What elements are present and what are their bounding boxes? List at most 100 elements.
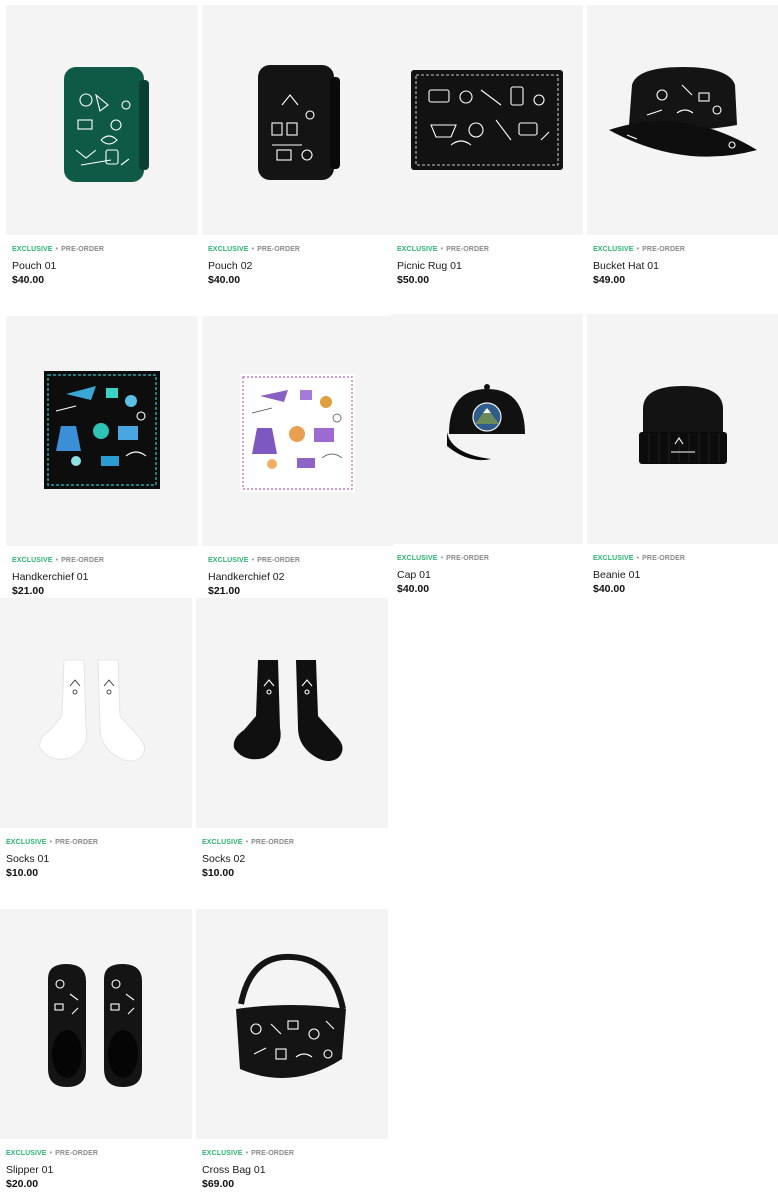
- exclusive-badge: EXCLUSIVE: [593, 555, 634, 562]
- exclusive-badge: EXCLUSIVE: [202, 1150, 243, 1157]
- exclusive-badge: EXCLUSIVE: [397, 246, 438, 253]
- product-image[interactable]: [6, 5, 198, 235]
- product-price: $20.00: [6, 1178, 39, 1190]
- product-image[interactable]: [587, 314, 778, 544]
- badge-separator: •: [440, 246, 444, 253]
- product-card[interactable]: EXCLUSIVE • PRE-ORDER Socks 01 $10.00: [0, 598, 192, 888]
- slippers-icon: [48, 964, 142, 1087]
- green-pouch-icon: [64, 67, 149, 182]
- product-name[interactable]: Pouch 02: [208, 260, 390, 273]
- product-card[interactable]: EXCLUSIVE • PRE-ORDER Bucket Hat 01 $49.00: [587, 5, 778, 295]
- product-image[interactable]: [202, 316, 394, 546]
- white-socks-icon: [39, 659, 145, 762]
- badge-row: EXCLUSIVE • PRE-ORDER: [397, 245, 579, 255]
- picnic-rug-icon: [411, 70, 563, 170]
- badge-separator: •: [440, 555, 444, 562]
- product-card[interactable]: EXCLUSIVE • PRE-ORDER Socks 02 $10.00: [196, 598, 388, 888]
- badge-row: EXCLUSIVE • PRE-ORDER: [208, 556, 390, 566]
- preorder-badge: PRE-ORDER: [61, 246, 105, 253]
- product-name[interactable]: Picnic Rug 01: [397, 260, 579, 273]
- preorder-badge: PRE-ORDER: [642, 246, 686, 253]
- preorder-badge: PRE-ORDER: [55, 1150, 99, 1157]
- cap-icon: [447, 384, 525, 461]
- preorder-badge: PRE-ORDER: [446, 555, 490, 562]
- product-price: $40.00: [208, 274, 241, 286]
- badge-separator: •: [251, 557, 255, 564]
- badge-separator: •: [636, 246, 640, 253]
- product-card[interactable]: EXCLUSIVE • PRE-ORDER Handkerchief 01 $21.…: [6, 316, 198, 606]
- product-name[interactable]: Handkerchief 01: [12, 571, 194, 584]
- product-price: $21.00: [12, 585, 45, 597]
- badge-separator: •: [55, 246, 59, 253]
- product-image[interactable]: [0, 598, 192, 828]
- badge-separator: •: [251, 246, 255, 253]
- product-image[interactable]: [196, 598, 388, 828]
- product-name[interactable]: Beanie 01: [593, 569, 775, 582]
- badge-separator: •: [636, 555, 640, 562]
- badge-row: EXCLUSIVE • PRE-ORDER: [6, 1149, 188, 1159]
- preorder-badge: PRE-ORDER: [55, 839, 99, 846]
- badge-row: EXCLUSIVE • PRE-ORDER: [202, 1149, 384, 1159]
- white-handkerchief-icon: [240, 374, 355, 492]
- badge-row: EXCLUSIVE • PRE-ORDER: [12, 556, 194, 566]
- product-price: $10.00: [6, 867, 39, 879]
- preorder-badge: PRE-ORDER: [446, 246, 490, 253]
- dark-handkerchief-icon: [44, 371, 160, 489]
- preorder-badge: PRE-ORDER: [257, 246, 301, 253]
- product-card[interactable]: EXCLUSIVE • PRE-ORDER Picnic Rug 01 $50.00: [391, 5, 583, 295]
- product-image[interactable]: [391, 314, 583, 544]
- product-card[interactable]: EXCLUSIVE • PRE-ORDER Slipper 01 $20.00: [0, 909, 192, 1199]
- exclusive-badge: EXCLUSIVE: [202, 839, 243, 846]
- product-card[interactable]: EXCLUSIVE • PRE-ORDER Beanie 01 $40.00: [587, 314, 778, 604]
- badge-separator: •: [49, 839, 53, 846]
- product-price: $10.00: [202, 867, 235, 879]
- product-card[interactable]: EXCLUSIVE • PRE-ORDER Handkerchief 02 $21.…: [202, 316, 394, 606]
- product-name[interactable]: Slipper 01: [6, 1164, 188, 1177]
- product-price: $40.00: [12, 274, 45, 286]
- beanie-icon: [639, 386, 727, 464]
- product-name[interactable]: Socks 02: [202, 853, 384, 866]
- preorder-badge: PRE-ORDER: [257, 557, 301, 564]
- product-name[interactable]: Bucket Hat 01: [593, 260, 775, 273]
- badge-separator: •: [245, 839, 249, 846]
- product-image[interactable]: [0, 909, 192, 1139]
- product-name[interactable]: Pouch 01: [12, 260, 194, 273]
- product-image[interactable]: [202, 5, 394, 235]
- product-name[interactable]: Socks 01: [6, 853, 188, 866]
- preorder-badge: PRE-ORDER: [61, 557, 105, 564]
- bucket-hat-icon: [609, 67, 757, 157]
- product-name[interactable]: Cross Bag 01: [202, 1164, 384, 1177]
- badge-separator: •: [55, 557, 59, 564]
- black-pouch-icon: [258, 65, 340, 180]
- product-name[interactable]: Handkerchief 02: [208, 571, 390, 584]
- preorder-badge: PRE-ORDER: [642, 555, 686, 562]
- exclusive-badge: EXCLUSIVE: [12, 557, 53, 564]
- product-card[interactable]: EXCLUSIVE • PRE-ORDER Cap 01 $40.00: [391, 314, 583, 604]
- badge-separator: •: [245, 1150, 249, 1157]
- product-image[interactable]: [391, 5, 583, 235]
- badge-row: EXCLUSIVE • PRE-ORDER: [593, 554, 775, 564]
- badge-row: EXCLUSIVE • PRE-ORDER: [202, 838, 384, 848]
- product-image[interactable]: [196, 909, 388, 1139]
- product-price: $21.00: [208, 585, 241, 597]
- exclusive-badge: EXCLUSIVE: [593, 246, 634, 253]
- exclusive-badge: EXCLUSIVE: [397, 555, 438, 562]
- preorder-badge: PRE-ORDER: [251, 839, 295, 846]
- exclusive-badge: EXCLUSIVE: [208, 246, 249, 253]
- exclusive-badge: EXCLUSIVE: [6, 1150, 47, 1157]
- product-price: $40.00: [593, 583, 626, 595]
- product-image[interactable]: [587, 5, 778, 235]
- product-card[interactable]: EXCLUSIVE • PRE-ORDER Cross Bag 01 $69.00: [196, 909, 388, 1199]
- exclusive-badge: EXCLUSIVE: [12, 246, 53, 253]
- preorder-badge: PRE-ORDER: [251, 1150, 295, 1157]
- product-price: $49.00: [593, 274, 626, 286]
- product-price: $40.00: [397, 583, 430, 595]
- badge-row: EXCLUSIVE • PRE-ORDER: [12, 245, 194, 255]
- product-name[interactable]: Cap 01: [397, 569, 579, 582]
- product-image[interactable]: [6, 316, 198, 546]
- badge-row: EXCLUSIVE • PRE-ORDER: [593, 245, 775, 255]
- badge-row: EXCLUSIVE • PRE-ORDER: [6, 838, 188, 848]
- product-card[interactable]: EXCLUSIVE • PRE-ORDER Pouch 01 $40.00: [6, 5, 198, 295]
- product-card[interactable]: EXCLUSIVE • PRE-ORDER Pouch 02 $40.00: [202, 5, 394, 295]
- exclusive-badge: EXCLUSIVE: [6, 839, 47, 846]
